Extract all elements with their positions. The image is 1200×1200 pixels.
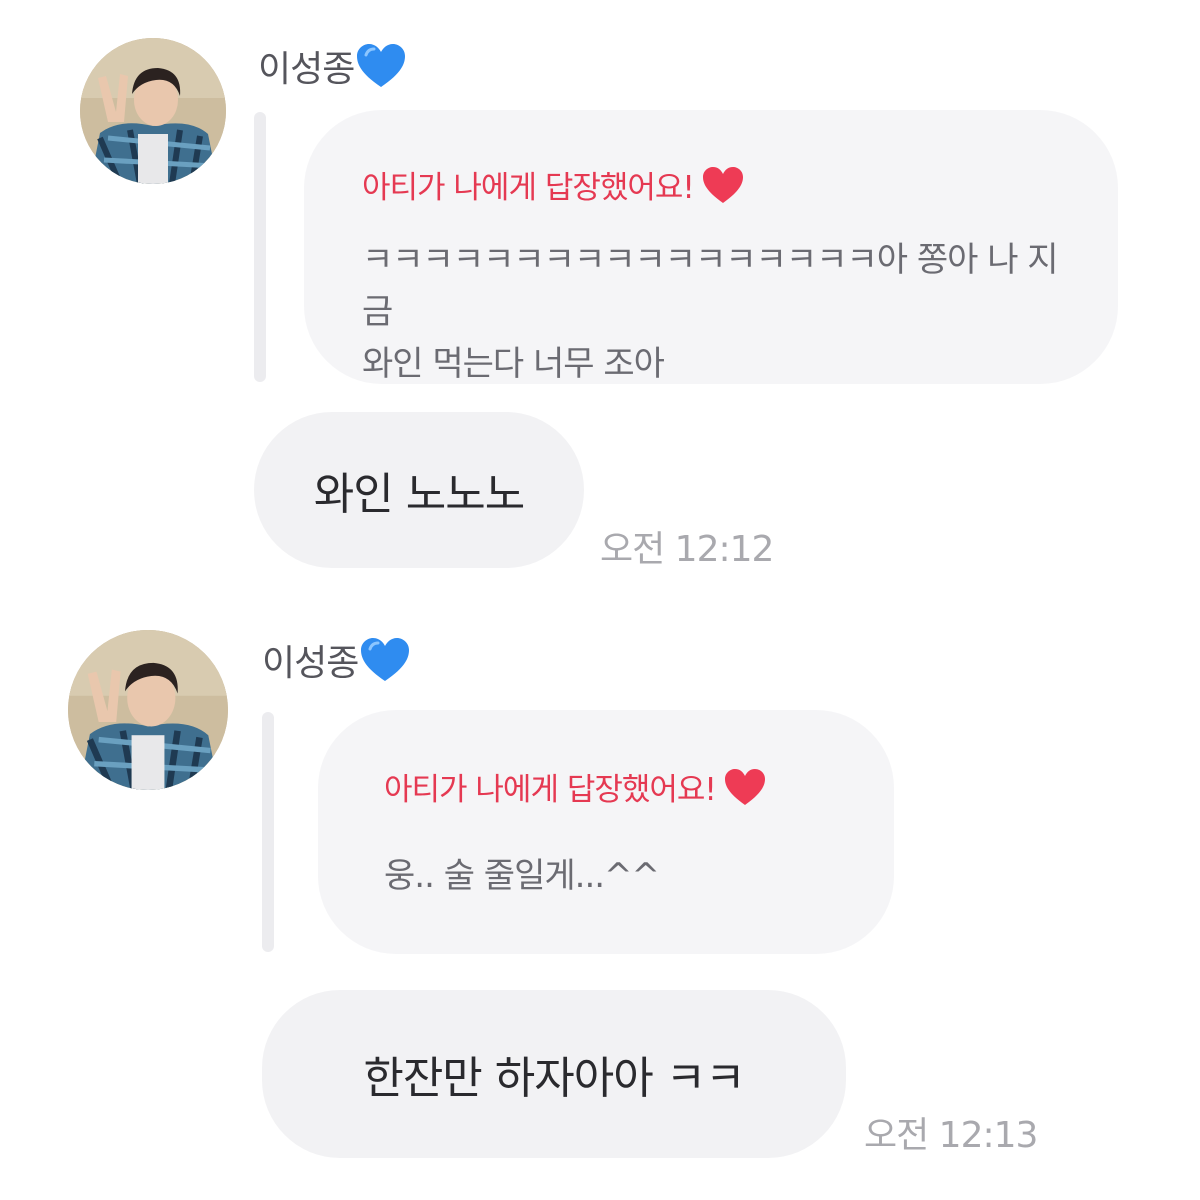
red-heart-icon bbox=[724, 768, 765, 805]
quote-bar bbox=[262, 712, 274, 952]
reply-card[interactable]: 아티가 나에게 답장했어요! 웅.. 술 줄일게...^^ bbox=[318, 710, 894, 954]
avatar[interactable] bbox=[68, 630, 228, 790]
red-heart-icon bbox=[702, 166, 743, 203]
sender-name-row: 이성종 bbox=[258, 40, 406, 92]
message-time: 오전 12:12 bbox=[600, 529, 774, 570]
message-time: 오전 12:13 bbox=[864, 1115, 1038, 1156]
reply-text: ㅋㅋㅋㅋㅋㅋㅋㅋㅋㅋㅋㅋㅋㅋㅋㅋㅋ아 쫑아 나 지금 와인 먹는다 너무 조아 bbox=[362, 240, 1059, 384]
sender-name: 이성종 bbox=[262, 643, 359, 684]
sender-name-row: 이성종 bbox=[262, 634, 410, 686]
reply-header-text: 아티가 나에게 답장했어요! bbox=[362, 170, 695, 206]
blue-heart-icon bbox=[361, 638, 410, 681]
blue-heart-icon bbox=[357, 44, 406, 87]
message-bubble[interactable]: 한잔만 하자아아 ㅋㅋ bbox=[262, 990, 846, 1158]
reply-header: 아티가 나에게 답장했어요! bbox=[384, 764, 766, 809]
reply-header-text: 아티가 나에게 답장했어요! bbox=[384, 772, 717, 808]
reply-text: 웅.. 술 줄일게...^^ bbox=[384, 856, 660, 896]
profile-photo bbox=[80, 38, 226, 184]
message-bubble[interactable]: 와인 노노노 bbox=[254, 412, 584, 568]
quote-bar bbox=[254, 112, 266, 382]
reply-card[interactable]: 아티가 나에게 답장했어요! ㅋㅋㅋㅋㅋㅋㅋㅋㅋㅋㅋㅋㅋㅋㅋㅋㅋ아 쫑아 나 지… bbox=[304, 110, 1118, 384]
reply-header: 아티가 나에게 답장했어요! bbox=[362, 162, 744, 207]
sender-name: 이성종 bbox=[258, 49, 355, 90]
profile-photo bbox=[68, 630, 228, 790]
avatar[interactable] bbox=[80, 38, 226, 184]
